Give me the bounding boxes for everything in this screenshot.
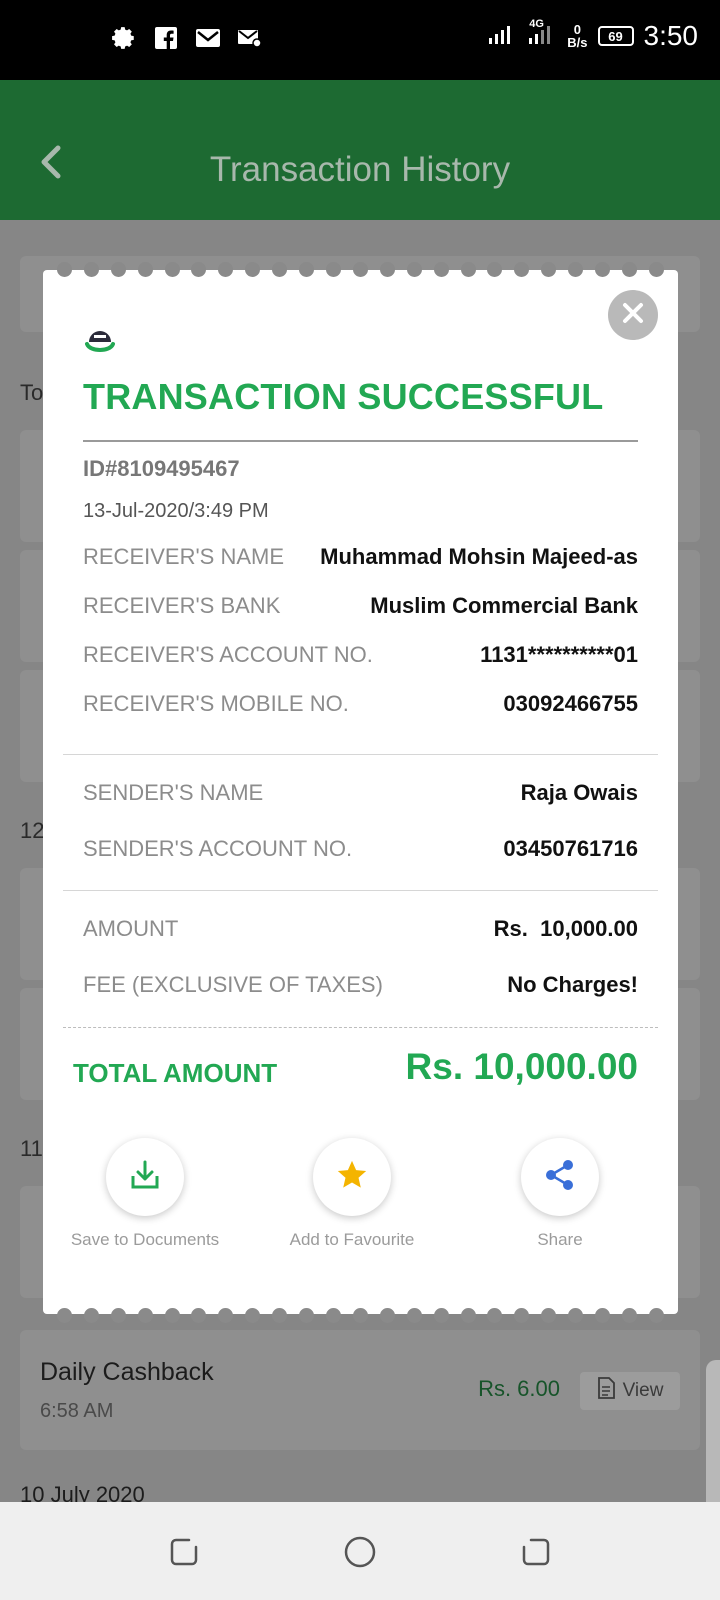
network-type: 4G [529,17,544,30]
share-icon [543,1158,577,1197]
document-icon [597,1377,615,1405]
field-value: Rs. 10,000.00 [493,916,638,941]
success-title: TRANSACTION SUCCESSFUL [83,376,604,417]
total-amount-value: Rs. 10,000.00 [405,1046,638,1087]
mail-settings-icon [236,24,264,52]
home-button[interactable] [340,1532,380,1572]
share-circle[interactable] [521,1138,599,1216]
app-header: Transaction History [0,80,720,220]
field-label: RECEIVER'S MOBILE NO. [83,691,349,716]
add-to-favourite-button[interactable]: Add to Favourite [252,1138,452,1250]
transaction-datetime: 13-Jul-2020/3:49 PM [83,500,269,522]
signal-icon [487,22,517,51]
gear-icon [110,24,138,52]
signal-4g-icon: 4G [527,18,557,51]
recent-apps-button[interactable] [164,1532,204,1572]
easypaisa-logo-icon [83,322,117,356]
side-handle[interactable] [706,1360,720,1502]
notification-icons [110,24,264,52]
battery-icon: 69 [597,26,634,46]
facebook-icon [152,24,180,52]
sender-account-row: SENDER'S ACCOUNT NO. 03450761716 [83,836,638,862]
transaction-receipt-modal: TRANSACTION SUCCESSFUL ID#8109495467 13-… [43,262,678,1323]
total-divider [63,1027,658,1028]
receipt-top-edge [43,262,678,277]
field-label: AMOUNT [83,916,179,941]
system-indicators: 4G 0 B/s 69 3:50 [487,18,699,52]
fee-row: FEE (EXCLUSIVE OF TAXES) No Charges! [83,972,638,998]
receiver-mobile-row: RECEIVER'S MOBILE NO. 03092466755 [83,691,638,717]
cashback-list-item[interactable]: Daily Cashback 6:58 AM Rs. 6.00 View [20,1330,700,1450]
section-label: 12 [20,818,45,843]
net-speed: 0 B/s [567,23,587,49]
total-amount-label: TOTAL AMOUNT [73,1058,278,1088]
section-label: To [20,380,44,405]
page-title: Transaction History [209,150,511,189]
view-button[interactable]: View [580,1372,680,1410]
save-label: Save to Documents [70,1230,220,1249]
favourite-circle[interactable] [313,1138,391,1216]
battery-level: 69 [608,28,623,44]
receiver-bank-row: RECEIVER'S BANK Muslim Commercial Bank [83,593,638,619]
view-label: View [622,1380,664,1401]
share-label: Share [537,1230,583,1249]
download-icon [128,1158,162,1197]
section-divider [63,754,658,755]
field-value: Raja Owais [520,780,638,805]
cashback-title: Daily Cashback [40,1358,214,1386]
save-to-documents-button[interactable]: Save to Documents [45,1138,245,1250]
amount-row: AMOUNT Rs. 10,000.00 [83,916,638,942]
system-nav-bar [0,1502,720,1600]
gmail-icon [194,24,222,52]
receiver-account-row: RECEIVER'S ACCOUNT NO. 1131**********01 [83,642,638,668]
field-label: RECEIVER'S NAME [83,544,285,569]
star-icon [335,1158,369,1197]
close-button[interactable] [608,290,658,340]
favourite-label: Add to Favourite [289,1230,415,1249]
field-value: 03450761716 [503,836,638,861]
sender-name-row: SENDER'S NAME Raja Owais [83,780,638,806]
title-divider [83,440,638,442]
status-bar: 4G 0 B/s 69 3:50 [0,0,720,80]
field-value: No Charges! [507,972,638,997]
receiver-name-row: RECEIVER'S NAME Muhammad Mohsin Majeed-a… [83,544,638,570]
receipt-bottom-edge [43,1308,678,1323]
share-button[interactable]: Share [460,1138,660,1250]
field-label: FEE (EXCLUSIVE OF TAXES) [83,972,383,997]
field-label: SENDER'S ACCOUNT NO. [83,836,353,861]
transaction-id: ID#8109495467 [83,456,240,481]
save-circle[interactable] [106,1138,184,1216]
field-value: Muslim Commercial Bank [370,593,638,618]
clock: 3:50 [643,20,699,51]
field-value: 03092466755 [503,691,638,716]
section-label: 11 [20,1136,43,1161]
field-value: Muhammad Mohsin Majeed-as [320,544,638,569]
back-button[interactable] [516,1532,556,1572]
close-icon [620,300,646,331]
cashback-amount: Rs. 6.00 [478,1376,560,1401]
date-header: 10 July 2020 [20,1482,145,1502]
field-label: RECEIVER'S BANK [83,593,281,618]
field-label: SENDER'S NAME [83,780,264,805]
field-label: RECEIVER'S ACCOUNT NO. [83,642,373,667]
field-value: 1131**********01 [480,642,638,667]
net-speed-unit: B/s [567,35,588,50]
section-divider [63,890,658,891]
cashback-time: 6:58 AM [40,1400,114,1422]
